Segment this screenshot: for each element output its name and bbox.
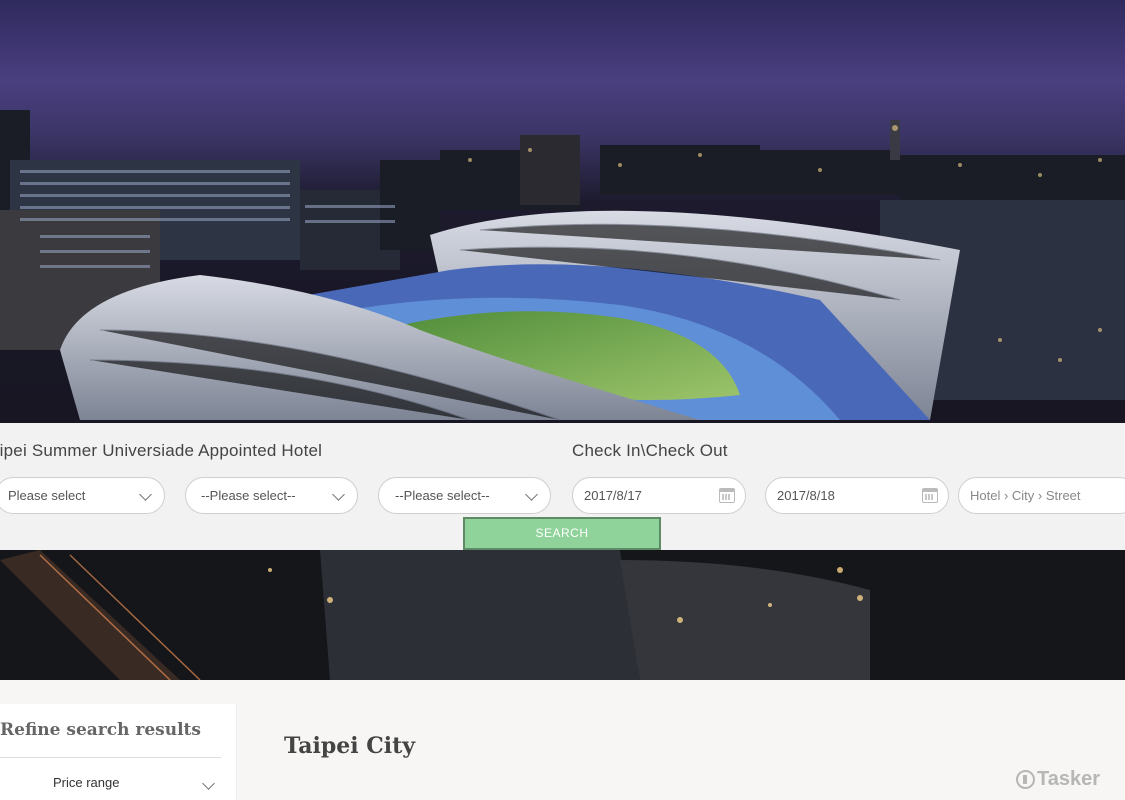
watermark: Tasker <box>1016 768 1100 791</box>
refine-sidebar: Refine search results Price range <box>0 704 237 800</box>
hotel-heading: aipei Summer Universiade Appointed Hotel <box>0 441 323 460</box>
chevron-down-icon <box>139 488 152 501</box>
check-in-out-heading: Check In\Check Out <box>572 441 728 460</box>
watermark-text: Tasker <box>1037 768 1101 790</box>
type-select-value: --Please select-- <box>395 488 490 503</box>
page-title: Taipei City <box>284 733 416 759</box>
type-select[interactable]: --Please select-- <box>378 477 551 514</box>
district-select[interactable]: --Please select-- <box>185 477 358 514</box>
chevron-down-icon <box>525 488 538 501</box>
tasker-logo-icon <box>1016 770 1035 789</box>
keyword-input[interactable]: Hotel › City › Street <box>958 477 1125 514</box>
city-select[interactable]: Please select <box>0 477 165 514</box>
check-in-value: 2017/8/17 <box>584 488 642 503</box>
refine-title: Refine search results <box>0 720 201 740</box>
check-out-value: 2017/8/18 <box>777 488 835 503</box>
price-range-toggle[interactable]: Price range <box>53 775 119 790</box>
check-in-field[interactable]: 2017/8/17 <box>572 477 746 514</box>
calendar-icon[interactable] <box>719 488 735 503</box>
hero-stadium-image <box>0 0 1125 680</box>
search-panel: aipei Summer Universiade Appointed Hotel… <box>0 423 1125 550</box>
city-select-value: Please select <box>8 488 86 503</box>
divider <box>0 757 221 758</box>
district-select-value: --Please select-- <box>201 488 296 503</box>
check-out-field[interactable]: 2017/8/18 <box>765 477 949 514</box>
hero-banner <box>0 0 1125 680</box>
calendar-icon[interactable] <box>922 488 938 503</box>
keyword-placeholder: Hotel › City › Street <box>970 488 1081 503</box>
chevron-down-icon <box>332 488 345 501</box>
chevron-down-icon[interactable] <box>202 777 215 790</box>
search-button[interactable]: SEARCH <box>463 517 661 550</box>
